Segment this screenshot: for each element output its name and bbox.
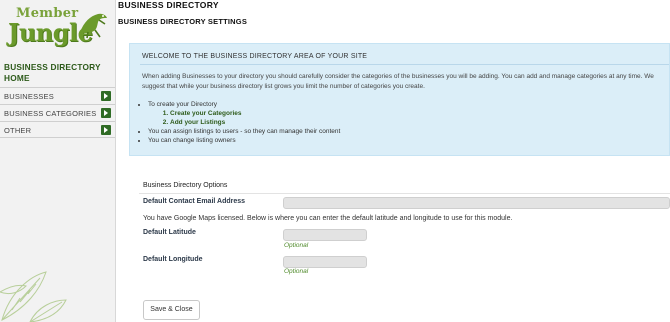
options-header: Business Directory Options — [143, 182, 228, 189]
sidebar-item-label: OTHER — [4, 126, 32, 135]
create-directory-text: To create your Directory — [148, 101, 217, 108]
welcome-title: WELCOME TO THE BUSINESS DIRECTORY AREA O… — [142, 53, 368, 60]
arrow-right-icon[interactable] — [101, 91, 111, 101]
member-jungle-logo[interactable]: Member Jungle — [6, 4, 110, 47]
maps-note: You have Google Maps licensed. Below is … — [143, 215, 513, 222]
list-item: To create your Directory Create your Cat… — [148, 100, 340, 127]
email-label: Default Contact Email Address — [143, 198, 246, 205]
sidebar-item-label: BUSINESS CATEGORIES — [4, 109, 97, 118]
sidebar-item-other[interactable]: OTHER — [0, 121, 115, 138]
latitude-label: Default Latitude — [143, 229, 196, 236]
lizard-icon — [80, 13, 107, 39]
page-subtitle: BUSINESS DIRECTORY SETTINGS — [118, 17, 248, 26]
list-item: You can change listing owners — [148, 136, 340, 145]
longitude-hint: Optional — [284, 268, 309, 275]
welcome-panel: WELCOME TO THE BUSINESS DIRECTORY AREA O… — [129, 43, 670, 156]
divider — [140, 64, 669, 65]
leaf-decoration-icon — [0, 271, 67, 322]
latitude-hint: Optional — [284, 242, 309, 249]
save-close-button[interactable]: Save & Close — [143, 300, 200, 320]
step-add-listings[interactable]: Add your Listings — [170, 118, 340, 127]
longitude-field[interactable] — [283, 256, 367, 268]
arrow-right-icon[interactable] — [101, 125, 111, 135]
sidebar-item-label: BUSINESSES — [4, 92, 54, 101]
step-create-categories[interactable]: Create your Categories — [170, 109, 340, 118]
arrow-right-icon[interactable] — [101, 108, 111, 118]
welcome-paragraph: When adding Businesses to your directory… — [142, 73, 654, 90]
sidebar: Member Jungle BUSINESS DIRECTORY HOME BU… — [0, 0, 116, 322]
sidebar-item-business-categories[interactable]: BUSINESS CATEGORIES — [0, 104, 115, 121]
email-field[interactable] — [283, 197, 670, 209]
steps-list: Create your Categories Add your Listings — [170, 109, 340, 127]
sidebar-home-link[interactable]: BUSINESS DIRECTORY HOME — [4, 62, 112, 84]
sidebar-menu: BUSINESSES BUSINESS CATEGORIES OTHER — [0, 87, 115, 138]
sidebar-item-businesses[interactable]: BUSINESSES — [0, 87, 115, 104]
divider — [139, 193, 670, 194]
list-item: You can assign listings to users - so th… — [148, 127, 340, 136]
longitude-label: Default Longitude — [143, 256, 203, 263]
page-title: BUSINESS DIRECTORY — [118, 0, 219, 10]
welcome-list: To create your Directory Create your Cat… — [148, 100, 340, 145]
latitude-field[interactable] — [283, 229, 367, 241]
